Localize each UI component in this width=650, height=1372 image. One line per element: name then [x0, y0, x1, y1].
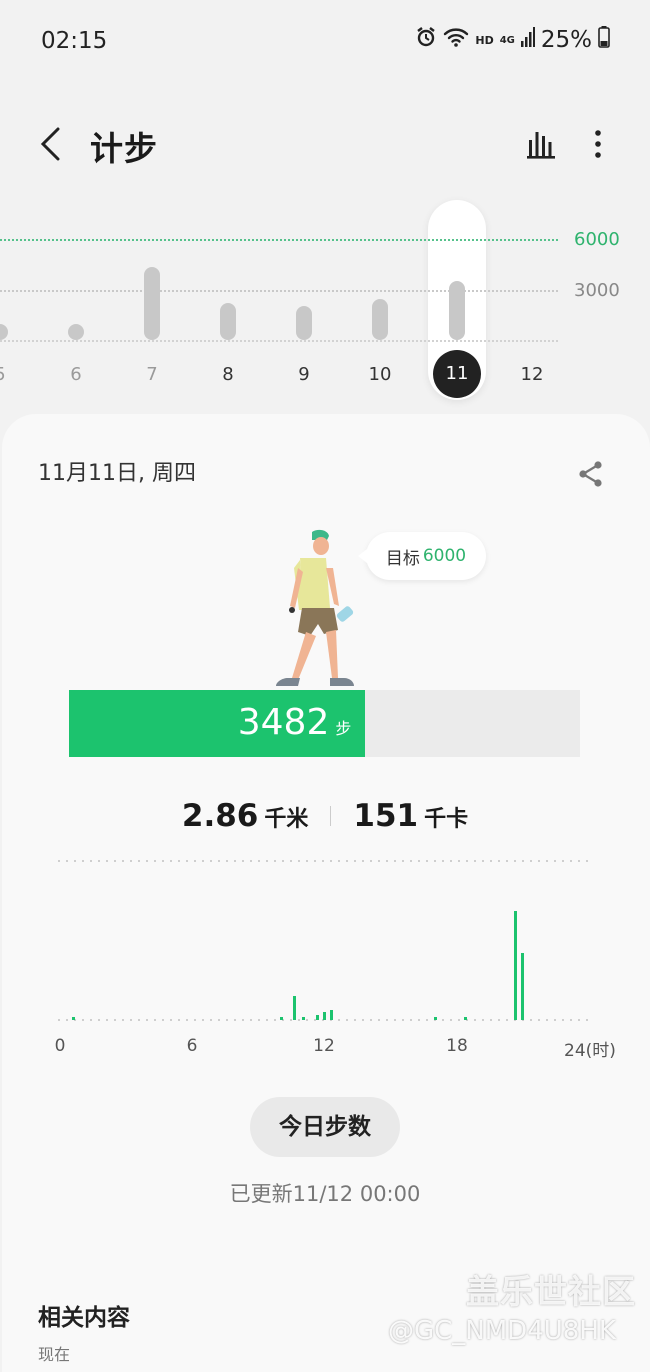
alarm-icon: [415, 26, 437, 54]
hour-tick-label: 12: [313, 1036, 335, 1056]
mid-axis-label: 3000: [574, 280, 620, 301]
selected-date: 11月11日, 周四: [38, 461, 196, 486]
steps-progress-bar: 3482 步: [69, 690, 580, 757]
related-content-heading: 相关内容: [38, 1305, 130, 1331]
hour-tick-label: 6: [186, 1036, 198, 1056]
share-button[interactable]: [577, 460, 605, 488]
day-bar-9[interactable]: [296, 306, 312, 340]
status-time: 02:15: [41, 28, 108, 54]
hourly-chart-svg: [58, 860, 593, 1021]
hourly-steps-chart: 0 6 12 18 24(时): [0, 850, 650, 1061]
distance-value: 2.86: [181, 798, 259, 834]
day-bar-8[interactable]: [220, 303, 236, 340]
day-bar-5[interactable]: [0, 324, 8, 340]
mid-gridline: [0, 290, 558, 292]
network-indicator: 4G: [499, 34, 515, 46]
day-label[interactable]: 7: [132, 364, 172, 385]
trends-button[interactable]: [526, 128, 556, 160]
chevron-left-icon: [40, 127, 60, 161]
goal-axis-label: 6000: [574, 229, 620, 250]
day-bar-7[interactable]: [144, 267, 160, 340]
stats-divider: [330, 806, 332, 826]
steps-progress-fill: 3482 步: [69, 690, 366, 757]
weekly-steps-chart[interactable]: 6000 3000 5 6 7 8 9 10 11 12: [0, 190, 650, 405]
last-updated-text: 已更新11/12 00:00: [229, 1182, 421, 1206]
hour-tick-label: 24(时): [564, 1041, 616, 1061]
steps-readout: 3482 步: [238, 702, 352, 743]
hour-bar: [302, 1017, 305, 1020]
battery-icon: [598, 26, 610, 54]
distance-unit: 千米: [264, 807, 309, 832]
hour-tick-label: 18: [446, 1036, 468, 1056]
bar-chart-icon: [527, 132, 555, 159]
steps-unit: 步: [335, 719, 352, 738]
day-label[interactable]: 8: [208, 364, 248, 385]
status-icons: HD 4G 25%: [415, 26, 610, 54]
steps-count: 3482: [237, 702, 330, 743]
hd-indicator: HD: [475, 33, 494, 47]
day-label[interactable]: 10: [360, 364, 400, 385]
hour-bar: [323, 1012, 326, 1020]
battery-percent: 25%: [540, 27, 592, 53]
day-label[interactable]: 5: [0, 364, 20, 385]
hour-bar: [514, 911, 517, 1020]
day-label[interactable]: 12: [512, 364, 552, 385]
base-gridline: [0, 340, 558, 342]
watermark-handle: @GC_NMD4U8HK: [388, 1316, 616, 1346]
hour-bar: [316, 1015, 319, 1020]
signal-icon: [520, 27, 535, 53]
goal-gridline: [0, 239, 558, 241]
day-bar-6[interactable]: [68, 324, 84, 340]
hour-tick-label: 0: [54, 1036, 66, 1056]
watermark-title: 盖乐世社区: [466, 1272, 636, 1311]
back-button[interactable]: [36, 126, 66, 162]
summary-stats: 2.86 千米 151 千卡: [0, 798, 650, 834]
hour-bar: [464, 1017, 467, 1020]
goal-label: 目标: [385, 548, 420, 569]
calories-value: 151: [353, 798, 419, 834]
hour-bar: [521, 953, 524, 1020]
hour-bar: [434, 1017, 437, 1020]
hour-bar: [72, 1017, 75, 1020]
selected-day-label[interactable]: 11: [433, 350, 481, 398]
calories-unit: 千卡: [424, 807, 469, 832]
more-vertical-icon: [595, 130, 601, 158]
more-options-button[interactable]: [586, 128, 610, 160]
related-content-subtitle: 现在: [38, 1345, 71, 1364]
page-title: 计步: [90, 129, 158, 168]
today-steps-button[interactable]: 今日步数: [250, 1097, 400, 1157]
hour-bar: [280, 1017, 283, 1020]
day-bar-10[interactable]: [372, 299, 388, 340]
goal-bubble: 目标 6000: [358, 532, 486, 580]
hour-bar: [330, 1010, 333, 1020]
hour-bar: [293, 996, 296, 1020]
walker-illustration: [270, 528, 370, 690]
wifi-icon: [443, 27, 469, 53]
goal-value: 6000: [422, 546, 467, 566]
day-bar-11[interactable]: [449, 281, 465, 340]
day-label[interactable]: 9: [284, 364, 324, 385]
day-label[interactable]: 6: [56, 364, 96, 385]
share-icon: [579, 461, 602, 487]
